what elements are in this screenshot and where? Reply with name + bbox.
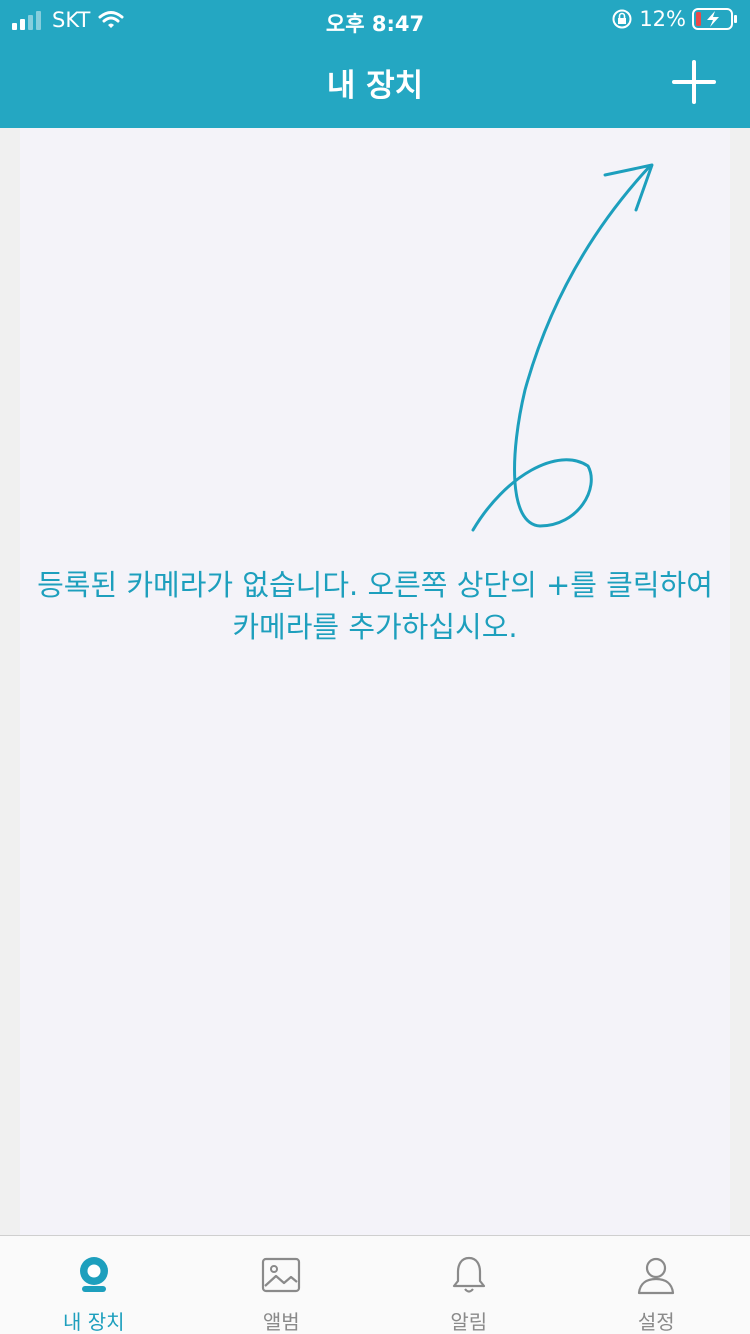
battery-percent: 12% <box>639 7 686 31</box>
empty-state-message: 등록된 카메라가 없습니다. 오른쪽 상단의 +를 클릭하여 카메라를 추가하십… <box>37 568 713 644</box>
tab-my-devices[interactable]: 내 장치 <box>0 1236 188 1334</box>
tab-settings[interactable]: 설정 <box>563 1236 750 1334</box>
app-header: SKT 오후 8:47 12% 내 장치 <box>0 0 750 128</box>
battery-charging-icon <box>692 8 737 30</box>
orientation-lock-icon <box>612 9 632 29</box>
tab-label: 설정 <box>637 1310 675 1334</box>
status-right: 12% <box>611 7 738 31</box>
camera-icon <box>79 1257 108 1292</box>
tab-label: 알림 <box>450 1310 488 1334</box>
picture-icon <box>262 1257 301 1293</box>
page-title: 내 장치 <box>326 68 424 104</box>
tab-label: 내 장치 <box>62 1310 125 1334</box>
plus-icon <box>672 60 716 104</box>
add-camera-button[interactable] <box>670 58 718 106</box>
bell-icon <box>452 1256 485 1293</box>
hand-drawn-arrow-icon <box>471 163 654 532</box>
user-icon <box>638 1257 675 1295</box>
device-list-area: 등록된 카메라가 없습니다. 오른쪽 상단의 +를 클릭하여 카메라를 추가하십… <box>20 128 730 1235</box>
tab-alerts[interactable]: 알림 <box>375 1236 563 1334</box>
tab-bar: 내 장치 앨범 알림 설정 <box>0 1235 750 1334</box>
tab-label: 앨범 <box>262 1310 300 1334</box>
status-bar: SKT 오후 8:47 12% <box>0 0 750 40</box>
tab-album[interactable]: 앨범 <box>188 1236 376 1334</box>
